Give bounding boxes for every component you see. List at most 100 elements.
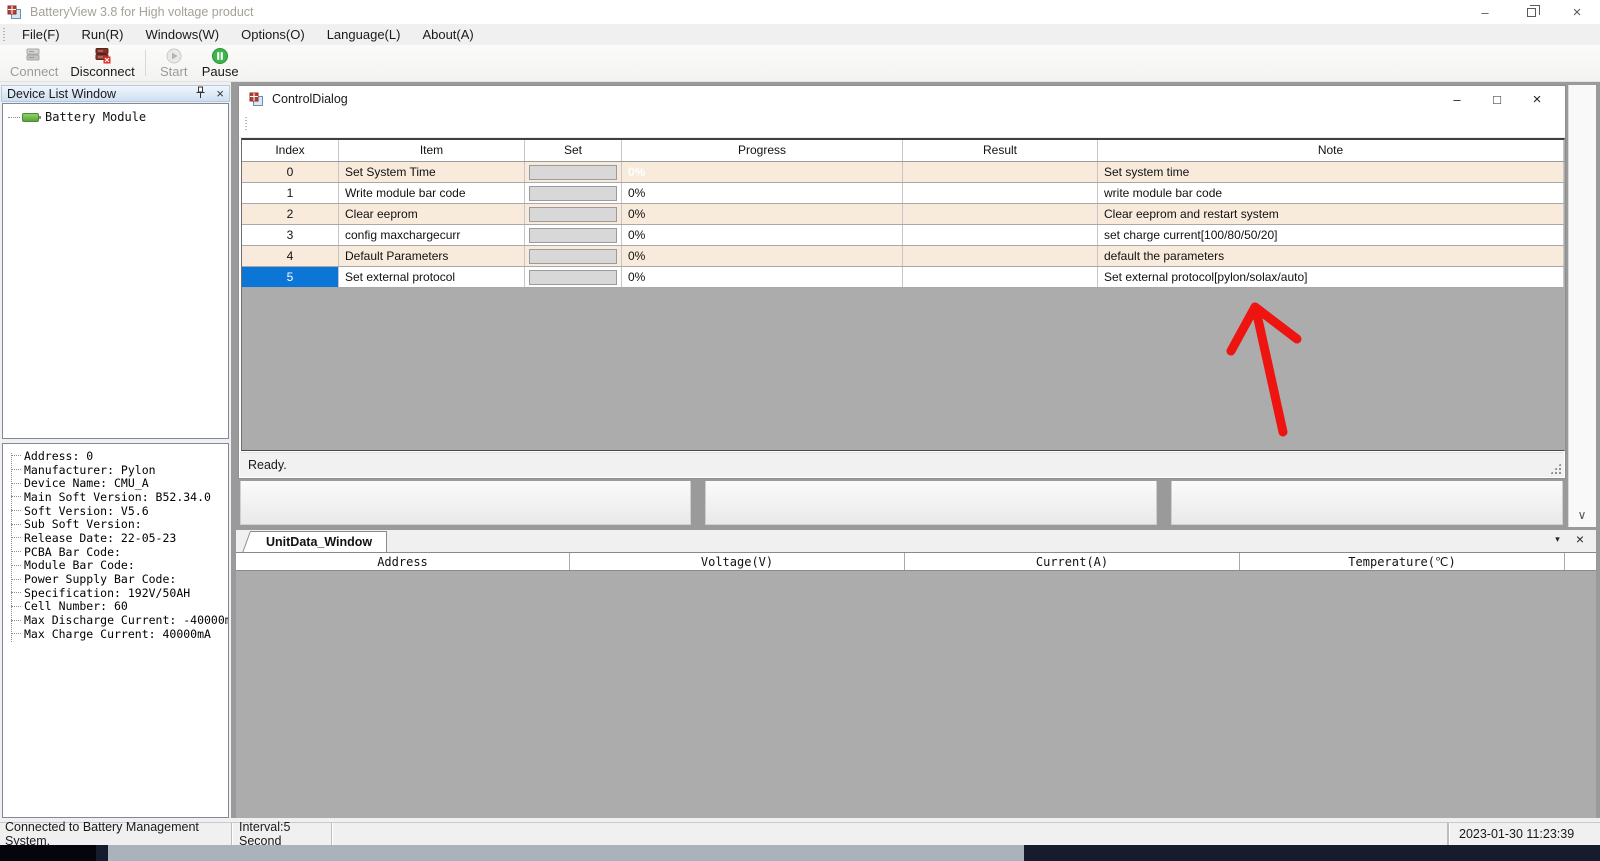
- disconnect-button[interactable]: Disconnect: [64, 47, 140, 80]
- unitdata-close-icon[interactable]: ×: [1576, 532, 1584, 546]
- cell-index[interactable]: 5: [242, 267, 339, 287]
- tab-unitdata-window[interactable]: UnitData_Window: [250, 531, 388, 552]
- cell-set[interactable]: [525, 204, 622, 224]
- device-list-close-icon[interactable]: ×: [216, 87, 224, 100]
- cell-set[interactable]: [525, 267, 622, 287]
- menu-item[interactable]: Options(O): [230, 25, 316, 44]
- pause-button[interactable]: Pause: [196, 47, 245, 80]
- cell-progress[interactable]: 0%: [622, 225, 903, 245]
- device-info-item: Main Soft Version: B52.34.0: [3, 490, 228, 504]
- cell-note[interactable]: write module bar code: [1098, 183, 1564, 203]
- set-input-box[interactable]: [529, 185, 617, 201]
- column-header[interactable]: Index: [242, 140, 339, 161]
- control-dialog-controls: – □ ×: [1437, 86, 1557, 112]
- device-list-title: Device List Window: [7, 86, 117, 101]
- set-input-box[interactable]: [529, 206, 617, 222]
- cell-set[interactable]: [525, 162, 622, 182]
- cell-index[interactable]: 4: [242, 246, 339, 266]
- device-info-text: Address: 0: [24, 448, 94, 463]
- menu-item[interactable]: Windows(W): [134, 25, 230, 44]
- menu-item[interactable]: About(A): [411, 25, 484, 44]
- tree-connector: [11, 564, 21, 566]
- connect-button[interactable]: Connect: [4, 47, 64, 80]
- cell-progress[interactable]: 0%: [622, 162, 903, 182]
- main-area: Device List Window × Battery Module Addr…: [0, 82, 1600, 822]
- pin-icon[interactable]: [195, 86, 206, 102]
- set-input-box[interactable]: [529, 164, 617, 180]
- tree-connector: [11, 578, 21, 580]
- restore-button[interactable]: [1508, 0, 1554, 24]
- cell-item[interactable]: config maxchargecurr: [339, 225, 525, 245]
- menu-item[interactable]: Run(R): [71, 25, 135, 44]
- scroll-down-button[interactable]: ∨: [1571, 506, 1593, 524]
- cell-progress[interactable]: 0%: [622, 204, 903, 224]
- cell-index[interactable]: 1: [242, 183, 339, 203]
- cell-index[interactable]: 2: [242, 204, 339, 224]
- cell-item[interactable]: Default Parameters: [339, 246, 525, 266]
- menu-item[interactable]: Language(L): [316, 25, 412, 44]
- tree-connector: [11, 482, 21, 484]
- column-header[interactable]: Address: [236, 553, 570, 570]
- table-row: 2 Clear eeprom 0% Clear eeprom and resta…: [242, 204, 1564, 225]
- cell-result[interactable]: [903, 183, 1098, 203]
- resize-grip-icon[interactable]: [1550, 463, 1561, 474]
- cell-progress[interactable]: 0%: [622, 246, 903, 266]
- start-button[interactable]: Start: [152, 47, 196, 80]
- dialog-maximize-button[interactable]: □: [1477, 92, 1517, 107]
- column-header[interactable]: Temperature(℃): [1240, 553, 1565, 570]
- menu-item[interactable]: File(F): [11, 25, 71, 44]
- cell-note[interactable]: default the parameters: [1098, 246, 1564, 266]
- cell-result[interactable]: [903, 267, 1098, 287]
- cell-note[interactable]: Set system time: [1098, 162, 1564, 182]
- device-info-text: Main Soft Version: B52.34.0: [24, 489, 211, 504]
- device-info-text: Max Charge Current: 40000mA: [24, 626, 211, 641]
- set-input-box[interactable]: [529, 248, 617, 264]
- minimize-button[interactable]: –: [1462, 0, 1508, 24]
- cell-result[interactable]: [903, 162, 1098, 182]
- close-button[interactable]: ×: [1554, 0, 1600, 24]
- cell-item[interactable]: Set System Time: [339, 162, 525, 182]
- cell-progress[interactable]: 0%: [622, 183, 903, 203]
- dialog-close-button[interactable]: ×: [1517, 91, 1557, 108]
- cell-set[interactable]: [525, 225, 622, 245]
- dialog-minimize-button[interactable]: –: [1437, 92, 1477, 107]
- cell-note[interactable]: Clear eeprom and restart system: [1098, 204, 1564, 224]
- cell-note[interactable]: set charge current[100/80/50/20]: [1098, 225, 1564, 245]
- cell-progress[interactable]: 0%: [622, 267, 903, 287]
- background-panel: [240, 481, 691, 525]
- cell-set[interactable]: [525, 246, 622, 266]
- device-info-item: Manufacturer: Pylon: [3, 463, 228, 477]
- column-header[interactable]: Set: [525, 140, 622, 161]
- tree-item-label: Battery Module: [45, 110, 147, 124]
- set-input-box[interactable]: [529, 227, 617, 243]
- cell-index[interactable]: 0: [242, 162, 339, 182]
- tree-connector: [8, 116, 20, 118]
- column-header[interactable]: Note: [1098, 140, 1564, 161]
- cell-item[interactable]: Clear eeprom: [339, 204, 525, 224]
- cell-item[interactable]: Write module bar code: [339, 183, 525, 203]
- column-header[interactable]: Current(A): [905, 553, 1240, 570]
- cell-note[interactable]: Set external protocol[pylon/solax/auto]: [1098, 267, 1564, 287]
- cell-set[interactable]: [525, 183, 622, 203]
- control-dialog-title: ControlDialog: [272, 92, 348, 106]
- control-table-header: Index Item Set Progress Result Note: [242, 140, 1564, 162]
- window-titlebar: BatteryView 3.8 for High voltage product…: [0, 0, 1600, 24]
- tree-item-battery-module[interactable]: Battery Module: [8, 110, 228, 124]
- column-header[interactable]: Progress: [622, 140, 903, 161]
- cell-result[interactable]: [903, 225, 1098, 245]
- dropdown-icon[interactable]: ▾: [1555, 534, 1560, 545]
- cell-result[interactable]: [903, 204, 1098, 224]
- device-info-item: Cell Number: 60: [3, 599, 228, 614]
- set-input-box[interactable]: [529, 269, 617, 285]
- column-header[interactable]: Voltage(V): [570, 553, 905, 570]
- device-info-text: Cell Number: 60: [24, 599, 128, 614]
- control-dialog-titlebar: ControlDialog – □ ×: [239, 86, 1565, 112]
- tree-trunk-line: [11, 453, 12, 642]
- column-header[interactable]: Item: [339, 140, 525, 161]
- cell-index[interactable]: 3: [242, 225, 339, 245]
- column-header[interactable]: Result: [903, 140, 1098, 161]
- cell-result[interactable]: [903, 246, 1098, 266]
- pause-label: Pause: [201, 63, 239, 79]
- cell-item[interactable]: Set external protocol: [339, 267, 525, 287]
- device-info-text: Max Discharge Current: -40000mA: [24, 613, 229, 628]
